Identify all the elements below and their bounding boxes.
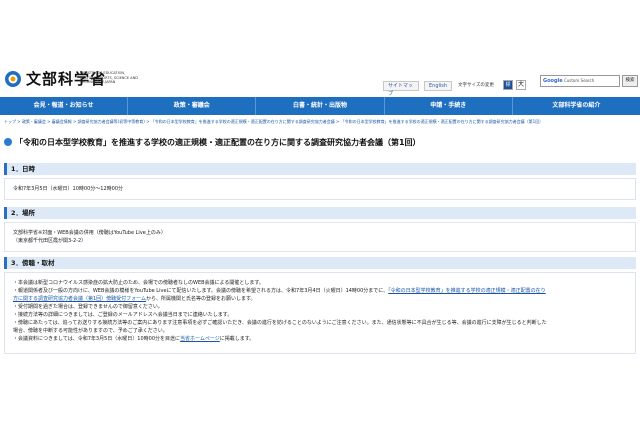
- section-heading-location: 2．場所: [4, 207, 636, 219]
- observation-line-8: ・会議資料につきましては、令和7年3月5日（水曜日）10時00分を目途に当省ホー…: [13, 336, 255, 342]
- ministry-name-en: MINISTRY OF EDUCATION, CULTURE, SPORTS, …: [80, 71, 138, 84]
- gnav-item-about[interactable]: 文部科学省の紹介: [513, 97, 640, 115]
- gnav-item-applications[interactable]: 申請・手続き: [385, 97, 513, 115]
- ministry-emblem-icon: [5, 71, 21, 87]
- observation-line-2: ・報道関係者及び一般の方向けに、WEB会議の模様をYouTube Liveにて配…: [13, 288, 546, 294]
- search-button[interactable]: 検索: [622, 75, 638, 87]
- ministry-homepage-link[interactable]: 当省ホームページ: [180, 336, 220, 342]
- ministry-logo[interactable]: 文部科学省 MINISTRY OF EDUCATION, CULTURE, SP…: [4, 70, 184, 92]
- search-input[interactable]: Google Custom Search: [540, 75, 620, 87]
- font-size-large-button[interactable]: 大: [516, 80, 526, 90]
- global-nav: 会見・報道・お知らせ 政策・審議会 白書・統計・出版物 申請・手続き 文部科学省…: [0, 97, 640, 115]
- observation-line-1: ・本会議は新型コロナウイルス感染症の拡大防止のため、会場での傍聴者なしのWEB会…: [13, 280, 264, 286]
- observation-line-3: 方に関する調査研究協力者会議（第1回）傍聴受付フォームから、所属機関と氏名等の登…: [13, 296, 256, 302]
- gnav-item-press[interactable]: 会見・報道・お知らせ: [0, 97, 129, 115]
- registration-form-link-a[interactable]: 「令和の日本型学校教育」を推進する学校の適正規模・適正配置の在り: [388, 288, 546, 294]
- location-address: （東京都千代田区霞が関3-2-2）: [13, 238, 87, 244]
- gnav-item-publications[interactable]: 白書・統計・出版物: [256, 97, 385, 115]
- section-body-observation: ・本会議は新型コロナウイルス感染症の拡大防止のため、会場での傍聴者なしのWEB会…: [4, 272, 636, 354]
- section-body-location: 文部科学省※対面・WEB会議の併用（傍聴はYouTube Live上のみ） （東…: [4, 222, 636, 252]
- gnav-item-policy[interactable]: 政策・審議会: [128, 97, 257, 115]
- section-body-datetime: 令和7年3月5日（水曜日）10時00分～12時00分: [4, 178, 636, 200]
- font-size-label: 文字サイズの変更: [458, 83, 494, 88]
- bullet-icon: [4, 137, 12, 146]
- page-title: 「令和の日本型学校教育」を推進する学校の適正規模・適正配置の在り方に関する調査研…: [4, 136, 636, 150]
- google-label: Google: [543, 78, 563, 84]
- breadcrumb[interactable]: トップ > 政策・審議会 > 審議会情報 > 調査研究協力者会議等(初等中等教育…: [4, 117, 636, 127]
- observation-line-4: ・受付期間を過ぎた場合は、登録できませんので御留意ください。: [13, 304, 163, 310]
- section-heading-observation: 3．傍聴・取材: [4, 257, 636, 269]
- page-title-text: 「令和の日本型学校教育」を推進する学校の適正規模・適正配置の在り方に関する調査研…: [15, 138, 421, 147]
- font-size-standard-button[interactable]: 標: [503, 80, 513, 90]
- observation-line-7: 場合、傍聴を中断する可能性がありますので、予めご了承ください。: [13, 328, 168, 334]
- section-heading-datetime: 1．日時: [4, 163, 636, 175]
- english-link[interactable]: English: [424, 81, 452, 91]
- datetime-text: 令和7年3月5日（水曜日）10時00分～12時00分: [13, 186, 123, 192]
- location-text: 文部科学省※対面・WEB会議の併用（傍聴はYouTube Live上のみ）: [13, 230, 166, 236]
- registration-form-link-b[interactable]: 方に関する調査研究協力者会議（第1回）傍聴受付フォーム: [13, 296, 146, 302]
- search-placeholder: Custom Search: [563, 78, 595, 83]
- observation-line-6: ・傍聴にあたっては、追ってお送りする接続方法等のご案内にあります注意事項を必ずご…: [13, 320, 547, 326]
- observation-line-5: ・接続方法等の詳細につきましては、ご登録のメールアドレスへ会議当日までに連絡いた…: [13, 312, 233, 318]
- sitemap-link[interactable]: サイトマップ: [383, 81, 419, 97]
